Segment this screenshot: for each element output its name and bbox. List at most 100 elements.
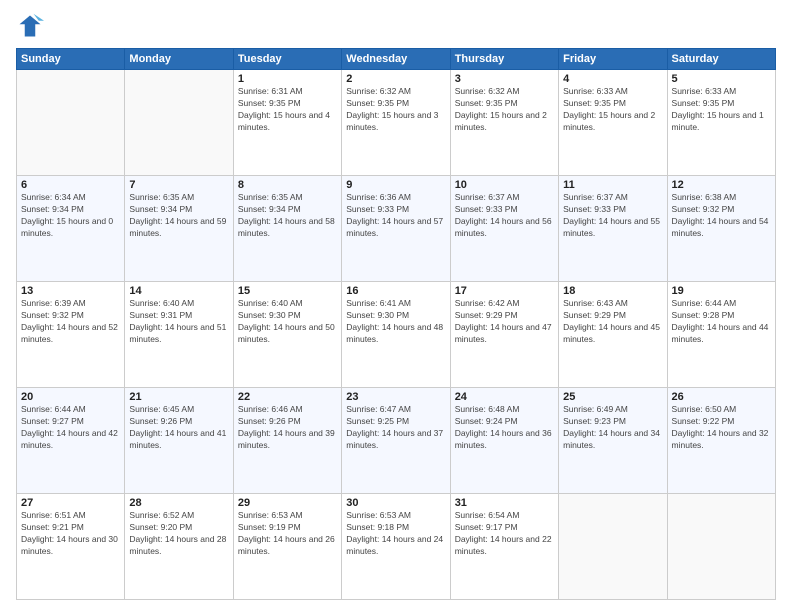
calendar-cell xyxy=(17,70,125,176)
day-number: 29 xyxy=(238,497,337,509)
calendar-cell: 24Sunrise: 6:48 AMSunset: 9:24 PMDayligh… xyxy=(450,388,558,494)
day-info: Sunrise: 6:44 AMSunset: 9:28 PMDaylight:… xyxy=(672,298,771,346)
day-info: Sunrise: 6:39 AMSunset: 9:32 PMDaylight:… xyxy=(21,298,120,346)
calendar-cell: 3Sunrise: 6:32 AMSunset: 9:35 PMDaylight… xyxy=(450,70,558,176)
calendar-week-5: 27Sunrise: 6:51 AMSunset: 9:21 PMDayligh… xyxy=(17,494,776,600)
calendar-cell: 17Sunrise: 6:42 AMSunset: 9:29 PMDayligh… xyxy=(450,282,558,388)
day-info: Sunrise: 6:52 AMSunset: 9:20 PMDaylight:… xyxy=(129,510,228,558)
calendar-week-1: 1Sunrise: 6:31 AMSunset: 9:35 PMDaylight… xyxy=(17,70,776,176)
weekday-header-wednesday: Wednesday xyxy=(342,49,450,70)
day-number: 22 xyxy=(238,391,337,403)
calendar-cell: 26Sunrise: 6:50 AMSunset: 9:22 PMDayligh… xyxy=(667,388,775,494)
calendar-week-3: 13Sunrise: 6:39 AMSunset: 9:32 PMDayligh… xyxy=(17,282,776,388)
day-number: 16 xyxy=(346,285,445,297)
calendar-cell: 7Sunrise: 6:35 AMSunset: 9:34 PMDaylight… xyxy=(125,176,233,282)
calendar-cell: 30Sunrise: 6:53 AMSunset: 9:18 PMDayligh… xyxy=(342,494,450,600)
day-info: Sunrise: 6:50 AMSunset: 9:22 PMDaylight:… xyxy=(672,404,771,452)
calendar-cell: 20Sunrise: 6:44 AMSunset: 9:27 PMDayligh… xyxy=(17,388,125,494)
day-info: Sunrise: 6:51 AMSunset: 9:21 PMDaylight:… xyxy=(21,510,120,558)
calendar-cell: 9Sunrise: 6:36 AMSunset: 9:33 PMDaylight… xyxy=(342,176,450,282)
day-number: 3 xyxy=(455,73,554,85)
logo-icon xyxy=(16,12,44,40)
day-number: 9 xyxy=(346,179,445,191)
day-number: 1 xyxy=(238,73,337,85)
calendar-cell: 12Sunrise: 6:38 AMSunset: 9:32 PMDayligh… xyxy=(667,176,775,282)
calendar-cell: 8Sunrise: 6:35 AMSunset: 9:34 PMDaylight… xyxy=(233,176,341,282)
day-number: 20 xyxy=(21,391,120,403)
calendar-cell xyxy=(559,494,667,600)
day-number: 11 xyxy=(563,179,662,191)
day-info: Sunrise: 6:35 AMSunset: 9:34 PMDaylight:… xyxy=(129,192,228,240)
day-info: Sunrise: 6:33 AMSunset: 9:35 PMDaylight:… xyxy=(672,86,771,134)
day-info: Sunrise: 6:34 AMSunset: 9:34 PMDaylight:… xyxy=(21,192,120,240)
calendar-cell: 16Sunrise: 6:41 AMSunset: 9:30 PMDayligh… xyxy=(342,282,450,388)
day-info: Sunrise: 6:31 AMSunset: 9:35 PMDaylight:… xyxy=(238,86,337,134)
calendar-cell: 22Sunrise: 6:46 AMSunset: 9:26 PMDayligh… xyxy=(233,388,341,494)
day-number: 30 xyxy=(346,497,445,509)
calendar-cell: 19Sunrise: 6:44 AMSunset: 9:28 PMDayligh… xyxy=(667,282,775,388)
calendar-cell: 27Sunrise: 6:51 AMSunset: 9:21 PMDayligh… xyxy=(17,494,125,600)
day-number: 18 xyxy=(563,285,662,297)
day-info: Sunrise: 6:35 AMSunset: 9:34 PMDaylight:… xyxy=(238,192,337,240)
day-info: Sunrise: 6:43 AMSunset: 9:29 PMDaylight:… xyxy=(563,298,662,346)
calendar-cell: 11Sunrise: 6:37 AMSunset: 9:33 PMDayligh… xyxy=(559,176,667,282)
day-info: Sunrise: 6:48 AMSunset: 9:24 PMDaylight:… xyxy=(455,404,554,452)
day-info: Sunrise: 6:33 AMSunset: 9:35 PMDaylight:… xyxy=(563,86,662,134)
calendar-cell: 15Sunrise: 6:40 AMSunset: 9:30 PMDayligh… xyxy=(233,282,341,388)
logo xyxy=(16,12,48,40)
day-info: Sunrise: 6:45 AMSunset: 9:26 PMDaylight:… xyxy=(129,404,228,452)
day-number: 10 xyxy=(455,179,554,191)
calendar-cell: 4Sunrise: 6:33 AMSunset: 9:35 PMDaylight… xyxy=(559,70,667,176)
day-number: 17 xyxy=(455,285,554,297)
calendar-header-row: SundayMondayTuesdayWednesdayThursdayFrid… xyxy=(17,49,776,70)
weekday-header-saturday: Saturday xyxy=(667,49,775,70)
day-info: Sunrise: 6:53 AMSunset: 9:19 PMDaylight:… xyxy=(238,510,337,558)
calendar-cell: 29Sunrise: 6:53 AMSunset: 9:19 PMDayligh… xyxy=(233,494,341,600)
day-number: 31 xyxy=(455,497,554,509)
day-number: 19 xyxy=(672,285,771,297)
calendar-cell: 28Sunrise: 6:52 AMSunset: 9:20 PMDayligh… xyxy=(125,494,233,600)
calendar-cell: 23Sunrise: 6:47 AMSunset: 9:25 PMDayligh… xyxy=(342,388,450,494)
day-info: Sunrise: 6:47 AMSunset: 9:25 PMDaylight:… xyxy=(346,404,445,452)
calendar-table: SundayMondayTuesdayWednesdayThursdayFrid… xyxy=(16,48,776,600)
day-info: Sunrise: 6:40 AMSunset: 9:31 PMDaylight:… xyxy=(129,298,228,346)
day-info: Sunrise: 6:37 AMSunset: 9:33 PMDaylight:… xyxy=(563,192,662,240)
weekday-header-monday: Monday xyxy=(125,49,233,70)
calendar-week-2: 6Sunrise: 6:34 AMSunset: 9:34 PMDaylight… xyxy=(17,176,776,282)
weekday-header-thursday: Thursday xyxy=(450,49,558,70)
calendar-cell xyxy=(125,70,233,176)
day-info: Sunrise: 6:36 AMSunset: 9:33 PMDaylight:… xyxy=(346,192,445,240)
day-info: Sunrise: 6:49 AMSunset: 9:23 PMDaylight:… xyxy=(563,404,662,452)
calendar-cell: 5Sunrise: 6:33 AMSunset: 9:35 PMDaylight… xyxy=(667,70,775,176)
day-number: 28 xyxy=(129,497,228,509)
weekday-header-friday: Friday xyxy=(559,49,667,70)
weekday-header-tuesday: Tuesday xyxy=(233,49,341,70)
calendar-cell: 14Sunrise: 6:40 AMSunset: 9:31 PMDayligh… xyxy=(125,282,233,388)
day-number: 21 xyxy=(129,391,228,403)
day-number: 27 xyxy=(21,497,120,509)
day-number: 23 xyxy=(346,391,445,403)
day-number: 15 xyxy=(238,285,337,297)
day-number: 14 xyxy=(129,285,228,297)
day-info: Sunrise: 6:40 AMSunset: 9:30 PMDaylight:… xyxy=(238,298,337,346)
calendar-cell: 2Sunrise: 6:32 AMSunset: 9:35 PMDaylight… xyxy=(342,70,450,176)
calendar-cell: 25Sunrise: 6:49 AMSunset: 9:23 PMDayligh… xyxy=(559,388,667,494)
day-number: 26 xyxy=(672,391,771,403)
day-number: 24 xyxy=(455,391,554,403)
day-info: Sunrise: 6:41 AMSunset: 9:30 PMDaylight:… xyxy=(346,298,445,346)
weekday-header-sunday: Sunday xyxy=(17,49,125,70)
calendar-cell: 1Sunrise: 6:31 AMSunset: 9:35 PMDaylight… xyxy=(233,70,341,176)
calendar-cell: 6Sunrise: 6:34 AMSunset: 9:34 PMDaylight… xyxy=(17,176,125,282)
day-number: 6 xyxy=(21,179,120,191)
day-info: Sunrise: 6:54 AMSunset: 9:17 PMDaylight:… xyxy=(455,510,554,558)
day-info: Sunrise: 6:42 AMSunset: 9:29 PMDaylight:… xyxy=(455,298,554,346)
calendar-cell: 18Sunrise: 6:43 AMSunset: 9:29 PMDayligh… xyxy=(559,282,667,388)
day-info: Sunrise: 6:46 AMSunset: 9:26 PMDaylight:… xyxy=(238,404,337,452)
day-number: 5 xyxy=(672,73,771,85)
calendar-cell: 10Sunrise: 6:37 AMSunset: 9:33 PMDayligh… xyxy=(450,176,558,282)
day-info: Sunrise: 6:44 AMSunset: 9:27 PMDaylight:… xyxy=(21,404,120,452)
day-info: Sunrise: 6:32 AMSunset: 9:35 PMDaylight:… xyxy=(455,86,554,134)
calendar-cell: 13Sunrise: 6:39 AMSunset: 9:32 PMDayligh… xyxy=(17,282,125,388)
calendar-cell xyxy=(667,494,775,600)
calendar-week-4: 20Sunrise: 6:44 AMSunset: 9:27 PMDayligh… xyxy=(17,388,776,494)
